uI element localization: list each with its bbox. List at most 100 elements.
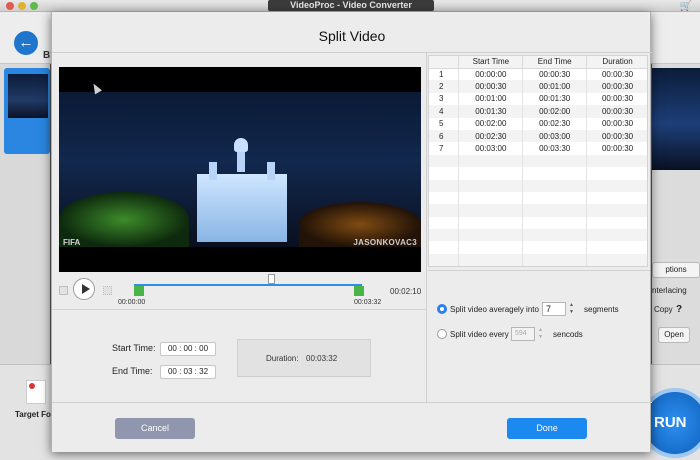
table-header-duration: Duration [586,56,647,69]
zoom-window-icon[interactable] [30,2,38,10]
options-divider [428,270,650,271]
preview-panel [652,64,700,364]
cathedral [197,174,287,242]
cart-icon[interactable]: 🛒 [680,1,692,12]
row-end: 00:02:00 [522,105,588,118]
table-row[interactable]: 1 00:00:00 00:00:30 00:00:30 [429,68,647,81]
minimize-window-icon[interactable] [18,2,26,10]
duration-box: Duration: 00:03:32 [237,339,371,377]
row-end: 00:03:00 [522,129,588,143]
playhead-marker[interactable] [268,274,275,284]
video-thumbnail-item[interactable] [4,68,50,154]
help-icon[interactable]: ? [676,304,682,315]
split-video-dialog: Split Video FIFA JASONKOVAC3 00:02:10 00… [51,12,652,452]
copy-label: Copy [654,305,673,314]
table-row[interactable]: 6 00:02:30 00:03:00 00:00:30 [429,129,647,143]
empty-row [429,179,647,192]
target-format-icon[interactable] [26,380,46,404]
app-title: VideoProc - Video Converter [268,0,434,11]
options-button[interactable]: ptions [652,262,700,278]
empty-row [429,216,647,230]
empty-row [429,191,647,205]
segments-table: Start Time End Time Duration 1 00:00:00 00… [428,55,648,267]
row-start: 00:00:30 [458,80,524,93]
row-duration: 00:00:30 [586,105,647,118]
panel-divider [426,53,427,402]
row-index: 2 [429,80,460,93]
preview-image [652,68,700,170]
split-average-label: Split video averagely into [450,305,539,314]
empty-row [429,253,647,266]
row-start: 00:03:00 [458,142,524,155]
row-duration: 00:00:30 [586,80,647,93]
segments-unit: segments [584,305,619,314]
row-index: 6 [429,129,460,143]
split-every-radio[interactable] [437,329,447,339]
end-marker-time: 00:03:32 [354,299,382,306]
end-time-label: End Time: [112,366,153,376]
back-label: B [43,50,51,61]
row-index: 4 [429,105,460,118]
row-end: 00:01:00 [522,80,588,93]
back-button[interactable]: ← [14,31,38,55]
interlacing-label: nterlacing [652,286,687,295]
table-header-end: End Time [522,56,588,69]
row-end: 00:02:30 [522,117,588,130]
app-titlebar: VideoProc - Video Converter 🛒 [0,0,700,12]
end-handle[interactable] [354,286,364,296]
segments-stepper[interactable]: ▲ ▼ [568,302,575,316]
start-time-input[interactable]: 00 : 00 : 00 [160,342,216,356]
table-row[interactable]: 3 00:01:00 00:01:30 00:00:30 [429,92,647,106]
end-time-input[interactable]: 00 : 03 : 32 [160,365,216,379]
row-index: 3 [429,92,460,106]
empty-row [429,229,647,242]
open-button[interactable]: Open [658,327,690,343]
split-average-radio[interactable] [437,304,447,314]
table-row[interactable]: 7 00:03:00 00:03:30 00:00:30 [429,142,647,155]
dialog-title: Split Video [318,28,386,44]
video-frame [59,92,421,247]
timeline-track[interactable] [134,284,362,286]
play-button[interactable] [73,278,95,300]
cathedral-dome [234,138,248,152]
row-end: 00:03:30 [522,142,588,155]
table-header-start: Start Time [458,56,524,69]
seconds-input[interactable]: 594 [511,327,535,341]
watermark-left: FIFA [63,238,81,247]
row-duration: 00:00:30 [586,92,647,106]
row-index: 1 [429,68,460,81]
row-start: 00:01:00 [458,92,524,106]
play-icon [82,284,90,294]
video-player[interactable]: FIFA JASONKOVAC3 [59,67,421,272]
grid-icon[interactable] [103,286,112,295]
row-duration: 00:00:30 [586,142,647,155]
target-format-label: Target For [15,410,54,419]
empty-row [429,241,647,254]
table-row[interactable]: 4 00:01:30 00:02:00 00:00:30 [429,105,647,118]
row-start: 00:02:00 [458,117,524,130]
current-time: 00:02:10 [390,287,422,296]
duration-label: Duration: [266,354,299,363]
crop-square-icon[interactable] [59,286,68,295]
cancel-button[interactable]: Cancel [115,418,195,439]
row-start: 00:02:30 [458,129,524,143]
segments-input[interactable]: 7 [542,302,566,316]
row-duration: 00:00:30 [586,129,647,143]
row-duration: 00:00:30 [586,117,647,130]
row-end: 00:01:30 [522,92,588,106]
start-handle[interactable] [134,286,144,296]
seconds-unit: sencods [553,330,583,339]
start-time-label: Start Time: [112,343,156,353]
row-duration: 00:00:30 [586,68,647,81]
start-marker-time: 00:00:00 [118,299,146,306]
row-index: 7 [429,142,460,155]
table-row[interactable]: 5 00:02:00 00:02:30 00:00:30 [429,117,647,130]
video-list-panel [0,64,50,364]
done-button[interactable]: Done [507,418,587,439]
row-start: 00:01:30 [458,105,524,118]
seconds-stepper[interactable]: ▲ ▼ [537,327,544,341]
close-window-icon[interactable] [6,2,14,10]
split-every-label: Split video every [450,330,509,339]
duration-value: 00:03:32 [306,354,338,363]
table-row[interactable]: 2 00:00:30 00:01:00 00:00:30 [429,80,647,93]
